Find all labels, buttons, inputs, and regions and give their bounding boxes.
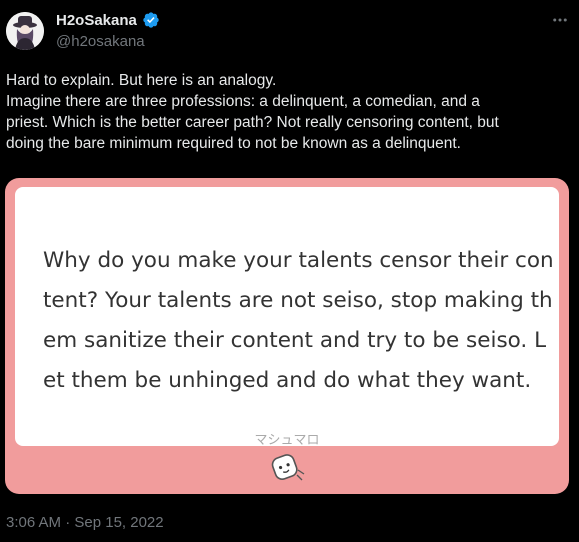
handle[interactable]: @h2osakana xyxy=(56,33,145,50)
tweet-text-line: priest. Which is the better career path?… xyxy=(6,114,499,131)
question-panel: Why do you make your talents censor thei… xyxy=(15,187,559,447)
question-line: et them be unhinged and do what they wan… xyxy=(43,368,532,393)
marshmallow-card-image[interactable]: Why do you make your talents censor thei… xyxy=(5,178,569,494)
question-line: em sanitize their content and try to be … xyxy=(43,328,547,353)
tweet-text-line: doing the bare minimum required to not b… xyxy=(6,135,461,152)
verified-badge-icon xyxy=(143,12,159,28)
question-line: Why do you make your talents censor thei… xyxy=(43,248,554,273)
brand-label: マシュマロ xyxy=(254,432,320,447)
marshmallow-mascot-icon xyxy=(271,454,305,481)
more-options-icon xyxy=(553,18,567,22)
tweet-text: Hard to explain. But here is an analogy.… xyxy=(6,70,566,154)
avatar-icon xyxy=(6,12,44,50)
avatar[interactable] xyxy=(6,12,44,50)
tweet-text-line: Hard to explain. But here is an analogy. xyxy=(6,72,277,89)
question-text: Why do you make your talents censor thei… xyxy=(43,241,554,401)
more-options-button[interactable] xyxy=(548,8,572,32)
question-line: tent? Your talents are not seiso, stop m… xyxy=(43,288,553,313)
display-name[interactable]: H2oSakana xyxy=(56,12,137,29)
tweet-header: H2oSakana @h2osakana xyxy=(0,0,579,60)
tweet-timestamp[interactable]: 3:06 AM · Sep 15, 2022 xyxy=(6,514,164,531)
tweet-text-line: Imagine there are three professions: a d… xyxy=(6,93,480,110)
